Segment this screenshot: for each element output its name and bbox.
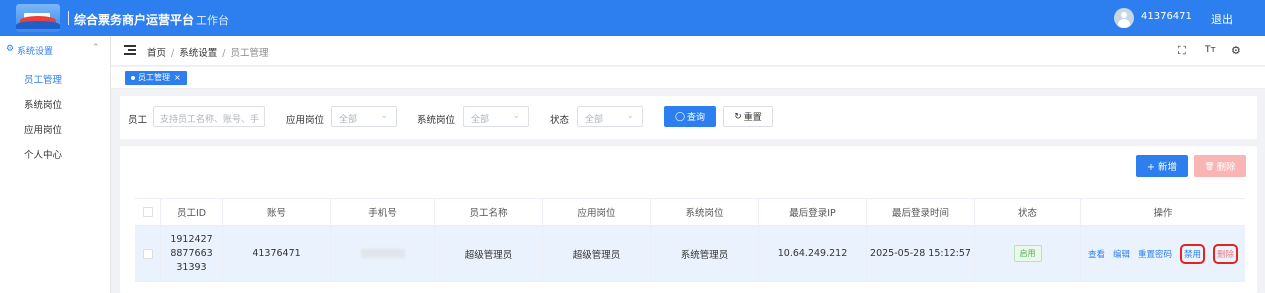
app-post-select[interactable]: 全部 ⌄ [331, 106, 397, 127]
breadcrumb-home[interactable]: 首页 [147, 48, 166, 59]
chevron-up-icon: ⌃ [92, 43, 100, 53]
workbench-link[interactable]: 工作台 [196, 12, 229, 28]
sidebar: ⚙ 系统设置 ⌃ 员工管理 系统岗位 应用岗位 个人中心 [0, 36, 111, 293]
employee-id-line: 31393 [176, 261, 207, 273]
select-all-checkbox[interactable] [142, 207, 153, 217]
collapse-menu-icon[interactable] [124, 45, 136, 55]
cell-employee-id: 1912427 8877663 31393 [161, 226, 223, 281]
sys-post-label: 系统岗位 [417, 115, 456, 126]
cell-ops: 查看 编辑 重置密码 禁用 删除 [1081, 226, 1245, 281]
delete-button[interactable]: 🗑 删除 [1194, 155, 1246, 177]
search-panel: 员工 支持员工名称、账号、手 应用岗位 全部 ⌄ 系统岗位 全部 ⌄ 状态 全部… [120, 96, 1257, 139]
sidebar-item-personal-center[interactable]: 个人中心 [24, 147, 62, 161]
col-header-id: 员工ID [161, 199, 223, 225]
col-header-sys-post: 系统岗位 [651, 199, 759, 225]
table-header: 员工ID 账号 手机号 员工名称 应用岗位 系统岗位 最后登录IP 最后登录时间… [135, 198, 1245, 226]
reset-button[interactable]: ↻ 重置 [723, 106, 773, 127]
col-header-account: 账号 [223, 199, 331, 225]
breadcrumb-separator: / [222, 48, 226, 59]
delete-button-label: 删除 [1216, 162, 1236, 173]
sys-post-value: 全部 [471, 115, 490, 125]
status-select[interactable]: 全部 ⌄ [577, 106, 643, 127]
disable-link[interactable]: 禁用 [1180, 243, 1206, 264]
status-badge: 启用 [1013, 245, 1042, 262]
employee-id-line: 1912427 [170, 233, 213, 245]
table-row: 1912427 8877663 31393 41376471 超级管理员 超级管… [135, 226, 1245, 282]
masked-phone [360, 249, 405, 258]
breadcrumb-system-settings[interactable]: 系统设置 [179, 48, 217, 59]
username[interactable]: 41376471 [1141, 11, 1192, 22]
sidebar-group-system-settings[interactable]: ⚙ 系统设置 ⌃ [0, 36, 110, 62]
chevron-down-icon: ⌄ [380, 111, 388, 121]
sidebar-group-label: 系统设置 [17, 47, 54, 57]
avatar[interactable] [1114, 8, 1134, 28]
header-divider [68, 11, 69, 25]
settings-gear-icon[interactable]: ⚙ [1231, 44, 1241, 57]
select-all-cell [135, 199, 161, 225]
reset-button-label: 重置 [743, 113, 762, 123]
cell-account: 41376471 [223, 226, 331, 281]
tag-employee-management[interactable]: 员工管理 × [125, 71, 187, 85]
search-icon: ◯ [674, 111, 686, 122]
top-bar: 首页 / 系统设置 / 员工管理 ⛶ Tт ⚙ [111, 36, 1265, 66]
cell-name: 超级管理员 [435, 226, 543, 281]
add-button[interactable]: + 新增 [1136, 155, 1188, 177]
trash-icon: 🗑 [1204, 161, 1215, 171]
table-panel: + 新增 🗑 删除 员工ID 账号 手机号 员工名称 应用岗位 系统岗位 最后登录… [120, 146, 1257, 293]
employee-id-line: 8877663 [170, 247, 213, 259]
tags-bar: 员工管理 × [111, 67, 1265, 89]
col-header-status: 状态 [975, 199, 1081, 225]
row-checkbox[interactable] [142, 248, 153, 259]
breadcrumb: 首页 / 系统设置 / 员工管理 [147, 45, 268, 59]
query-button[interactable]: ◯ 查询 [664, 106, 716, 127]
app-post-value: 全部 [339, 115, 358, 125]
view-link[interactable]: 查看 [1088, 248, 1105, 260]
cell-phone [331, 226, 435, 281]
ship-logo [16, 4, 60, 32]
status-label: 状态 [550, 115, 570, 126]
query-button-label: 查询 [687, 113, 706, 123]
cell-status: 启用 [975, 226, 1081, 281]
cell-last-login: 2025-05-28 15:12:57 [867, 226, 975, 281]
breadcrumb-current: 员工管理 [230, 48, 269, 59]
cell-sys-post: 系统管理员 [651, 226, 759, 281]
reset-password-link[interactable]: 重置密码 [1138, 248, 1172, 260]
cell-last-ip: 10.64.249.212 [759, 226, 867, 281]
settings-icon: ⚙ [6, 44, 15, 54]
sidebar-item-app-posts[interactable]: 应用岗位 [24, 122, 62, 136]
employee-search-input[interactable]: 支持员工名称、账号、手 [153, 106, 265, 127]
col-header-last-login: 最后登录时间 [867, 199, 975, 225]
col-header-ops: 操作 [1153, 208, 1173, 219]
row-select-cell [135, 226, 161, 281]
sidebar-item-employee-management[interactable]: 员工管理 [24, 72, 62, 86]
tag-label: 员工管理 [138, 73, 170, 82]
col-header-last-ip: 最后登录IP [759, 199, 867, 225]
delete-link[interactable]: 删除 [1213, 243, 1239, 264]
close-icon[interactable]: × [174, 71, 181, 85]
chevron-down-icon: ⌄ [626, 111, 634, 121]
cell-app-post: 超级管理员 [543, 226, 651, 281]
top-header: 综合票务商户运营平台 工作台 41376471 退出 [0, 0, 1265, 36]
breadcrumb-separator: / [171, 48, 175, 59]
status-value: 全部 [585, 115, 604, 125]
fullscreen-icon[interactable]: ⛶ [1178, 44, 1186, 58]
edit-link[interactable]: 编辑 [1113, 248, 1130, 260]
font-size-icon[interactable]: Tт [1205, 45, 1216, 55]
chevron-down-icon: ⌄ [512, 111, 520, 121]
col-header-name: 员工名称 [435, 199, 543, 225]
refresh-icon: ↻ [734, 111, 742, 122]
sidebar-item-system-posts[interactable]: 系统岗位 [24, 97, 62, 111]
employee-label: 员工 [128, 115, 148, 126]
logout-button[interactable]: 退出 [1211, 11, 1233, 27]
app-title: 综合票务商户运营平台 [74, 13, 195, 27]
col-header-app-post: 应用岗位 [543, 199, 651, 225]
col-header-phone: 手机号 [331, 199, 435, 225]
sys-post-select[interactable]: 全部 ⌄ [463, 106, 529, 127]
app-post-label: 应用岗位 [286, 115, 325, 126]
dot-icon [131, 76, 135, 80]
